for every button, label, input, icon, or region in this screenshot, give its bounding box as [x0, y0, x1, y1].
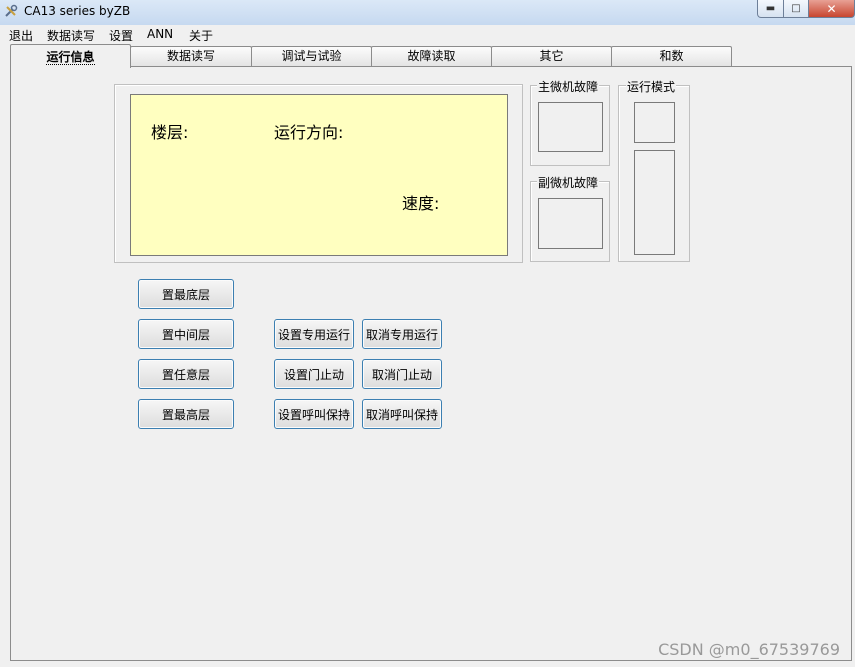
set-any-floor-button[interactable]: 置任意层: [138, 359, 234, 389]
window-controls: ▬ □ ✕: [757, 0, 855, 18]
set-top-floor-button[interactable]: 置最高层: [138, 399, 234, 429]
set-call-hold-button[interactable]: 设置呼叫保持: [274, 399, 354, 429]
minimize-button[interactable]: ▬: [757, 0, 784, 18]
window-title: CA13 series byZB: [24, 4, 131, 18]
set-middle-floor-button[interactable]: 置中间层: [138, 319, 234, 349]
floor-label: 楼层:: [151, 123, 189, 142]
set-door-stop-button[interactable]: 设置门止动: [274, 359, 354, 389]
watermark: CSDN @m0_67539769: [658, 640, 840, 659]
set-dedicated-run-button[interactable]: 设置专用运行: [274, 319, 354, 349]
menu-exit[interactable]: 退出: [9, 27, 33, 44]
status-display: 楼层: 运行方向: 速度:: [130, 94, 508, 256]
tools-icon: [5, 4, 18, 17]
run-mode-box-bottom: [634, 150, 675, 255]
run-mode-title: 运行模式: [626, 78, 677, 95]
menu-bar: 退出 数据读写 设置 ANN 关于: [0, 25, 855, 44]
menu-data-rw[interactable]: 数据读写: [47, 27, 95, 44]
cancel-dedicated-run-button[interactable]: 取消专用运行: [362, 319, 442, 349]
tab-data-rw[interactable]: 数据读写: [130, 46, 252, 66]
title-bar: CA13 series byZB ▬ □ ✕: [0, 0, 855, 26]
maximize-icon: □: [791, 3, 801, 14]
close-icon: ✕: [826, 1, 837, 16]
direction-label: 运行方向:: [274, 123, 344, 142]
menu-about[interactable]: 关于: [189, 27, 213, 44]
speed-label: 速度:: [402, 194, 440, 213]
tab-label: 运行信息: [46, 50, 95, 65]
set-bottom-floor-button[interactable]: 置最底层: [138, 279, 234, 309]
cancel-call-hold-button[interactable]: 取消呼叫保持: [362, 399, 442, 429]
tab-other[interactable]: 其它: [491, 46, 612, 66]
menu-settings[interactable]: 设置: [109, 27, 133, 44]
maximize-button[interactable]: □: [784, 0, 809, 18]
cancel-door-stop-button[interactable]: 取消门止动: [362, 359, 442, 389]
tab-fault-read[interactable]: 故障读取: [371, 46, 492, 66]
sub-fault-title: 副微机故障: [537, 174, 600, 191]
main-fault-box: [538, 102, 603, 152]
tab-debug-test[interactable]: 调试与试验: [251, 46, 372, 66]
tab-run-info[interactable]: 运行信息: [10, 44, 131, 68]
close-button[interactable]: ✕: [809, 0, 855, 18]
run-mode-box-top: [634, 102, 675, 143]
main-fault-title: 主微机故障: [537, 78, 600, 95]
sub-fault-box: [538, 198, 603, 249]
minimize-icon: ▬: [765, 3, 776, 14]
tab-sum[interactable]: 和数: [611, 46, 732, 66]
menu-ann[interactable]: ANN: [147, 27, 173, 41]
